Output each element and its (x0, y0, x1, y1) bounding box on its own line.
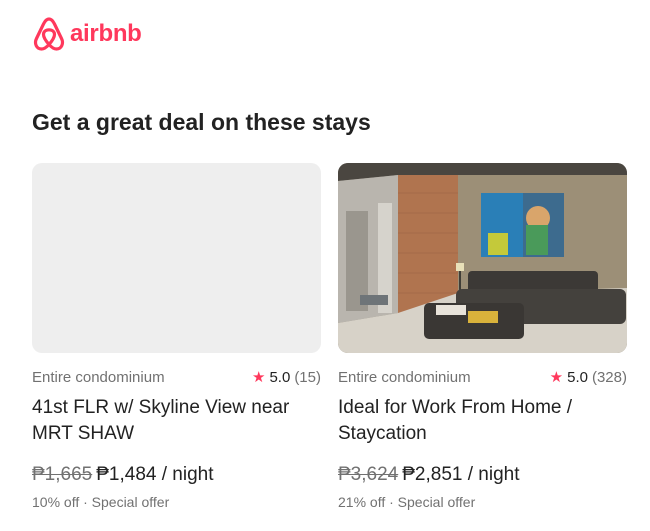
airbnb-belo-icon (33, 17, 65, 51)
review-count: (15) (294, 369, 321, 386)
listing-photo-placeholder[interactable] (32, 163, 321, 353)
listing-type: Entire condominium (32, 369, 165, 386)
airbnb-logo[interactable]: airbnb (32, 16, 142, 52)
review-count: (328) (591, 369, 627, 386)
star-icon: ★ (252, 369, 266, 386)
original-price: ₱3,624 (338, 464, 399, 485)
original-price: ₱1,665 (32, 464, 93, 485)
listing-name[interactable]: Ideal for Work From Home / Staycation (338, 395, 627, 447)
rating-value: 5.0 (567, 369, 588, 386)
listing-photo[interactable] (338, 163, 627, 353)
price-unit: / night (467, 464, 520, 485)
discounted-price: ₱2,851 (402, 464, 463, 485)
listing-price: ₱3,624 ₱2,851 / night (338, 463, 627, 487)
price-unit: / night (161, 464, 214, 485)
listing-name[interactable]: 41st FLR w/ Skyline View near MRT SHAW (32, 395, 321, 447)
living-room-photo (338, 163, 627, 353)
listing-meta: Entire condominium ★ 5.0 (15) (32, 369, 321, 387)
discount-label: 21% off · Special offer (338, 494, 476, 510)
listing-price: ₱1,665 ₱1,484 / night (32, 463, 321, 487)
brand-name: airbnb (70, 20, 142, 47)
star-icon: ★ (549, 369, 564, 386)
listing-card[interactable]: Entire condominium ★ 5.0 (328) Ideal for… (338, 163, 627, 511)
listing-type: Entire condominium (338, 369, 471, 386)
listing-rating: ★ 5.0 (15) (252, 369, 321, 387)
discounted-price: ₱1,484 (96, 464, 157, 485)
listing-meta: Entire condominium ★ 5.0 (328) (338, 369, 627, 387)
section-title: Get a great deal on these stays (32, 109, 371, 135)
discount-label: 10% off · Special offer (32, 494, 170, 510)
listing-card[interactable]: Entire condominium ★ 5.0 (15) 41st FLR w… (32, 163, 321, 511)
listing-rating: ★ 5.0 (328) (550, 369, 627, 387)
rating-value: 5.0 (269, 369, 291, 386)
